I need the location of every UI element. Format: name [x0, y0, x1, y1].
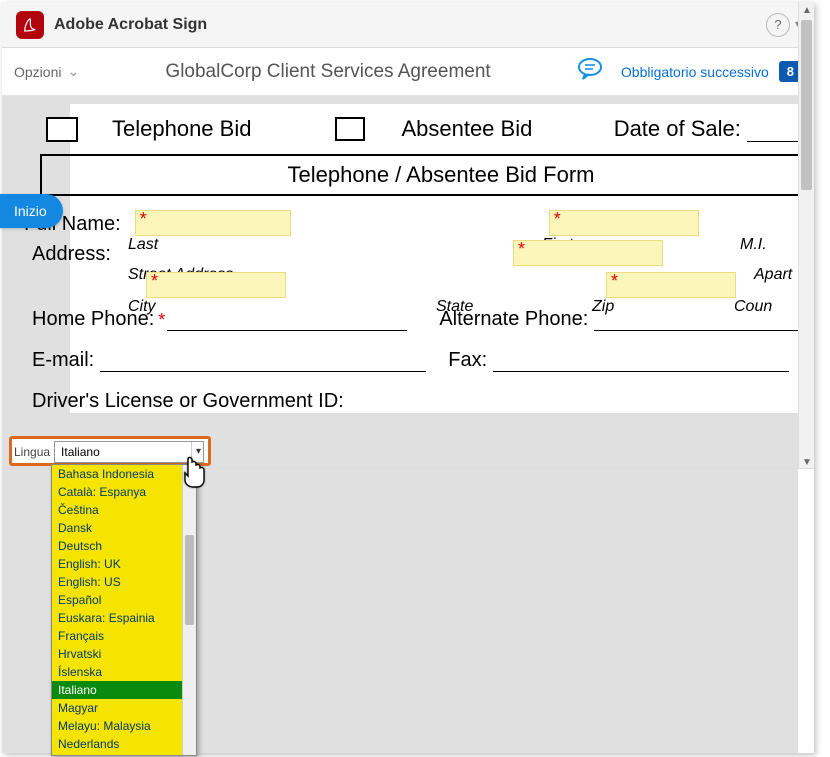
chevron-down-icon: ▾ — [191, 442, 201, 462]
dl-label: Driver's License or Government ID: — [32, 390, 350, 413]
language-option[interactable]: English: US — [52, 573, 196, 591]
next-required-link[interactable]: Obbligatorio successivo — [621, 64, 769, 80]
sub-toolbar: Opzioni ⌄ GlobalCorp Client Services Agr… — [2, 48, 814, 96]
options-label: Opzioni — [14, 64, 61, 80]
help-icon: ? — [766, 13, 790, 37]
chevron-down-icon: ⌄ — [67, 63, 79, 80]
scrollbar-thumb[interactable] — [801, 20, 812, 190]
home-phone-label: Home Phone: — [32, 308, 160, 331]
form-title-box: Telephone / Absentee Bid Form — [40, 154, 798, 196]
required-icon: * — [611, 271, 618, 292]
language-selected: Italiano — [61, 445, 100, 459]
alt-phone-input[interactable] — [594, 309, 798, 331]
form-title: Telephone / Absentee Bid Form — [42, 162, 798, 188]
app-topbar: Adobe Acrobat Sign ? ▾ — [2, 2, 814, 48]
scroll-up-icon[interactable]: ▲ — [799, 2, 815, 18]
dropdown-scrollbar-thumb[interactable] — [185, 535, 194, 625]
fax-label: Fax: — [448, 349, 493, 372]
vertical-scrollbar[interactable]: ▲ ▼ — [798, 2, 814, 469]
alt-phone-label: Alternate Phone: — [439, 308, 594, 331]
fax-input[interactable] — [493, 350, 789, 372]
app-title: Adobe Acrobat Sign — [54, 16, 207, 34]
start-tab-label: Inizio — [14, 203, 47, 219]
language-option[interactable]: Français — [52, 627, 196, 645]
language-select[interactable]: Italiano ▾ — [54, 441, 204, 463]
first-name-input[interactable]: * — [549, 210, 699, 236]
document-title: GlobalCorp Client Services Agreement — [79, 61, 577, 83]
document-page: Telephone Bid Absentee Bid Date of Sale:… — [70, 104, 798, 413]
language-option[interactable]: Magyar — [52, 699, 196, 717]
language-option[interactable]: Íslenska — [52, 663, 196, 681]
required-icon: * — [554, 209, 561, 230]
address-label: Address: — [32, 243, 117, 266]
email-input[interactable] — [100, 350, 426, 372]
telephone-bid-label: Telephone Bid — [112, 116, 251, 142]
required-icon: * — [140, 209, 147, 230]
last-name-input[interactable]: * — [135, 210, 291, 236]
language-option[interactable]: Melayu: Malaysia — [52, 717, 196, 735]
required-icon: * — [518, 239, 525, 260]
absentee-bid-checkbox[interactable] — [335, 117, 365, 141]
required-icon: * — [158, 310, 165, 331]
language-option[interactable]: Bahasa Indonesia — [52, 465, 196, 483]
language-option[interactable]: Català: Espanya — [52, 483, 196, 501]
language-option[interactable]: Deutsch — [52, 537, 196, 555]
language-option[interactable]: Nederlands — [52, 735, 196, 753]
language-option[interactable]: Norsk — [52, 753, 196, 756]
acrobat-logo-icon — [16, 11, 44, 39]
help-button[interactable]: ? ▾ — [766, 13, 800, 37]
app-frame: Adobe Acrobat Sign ? ▾ Opzioni ⌄ GlobalC… — [2, 2, 814, 753]
language-option[interactable]: Italiano — [52, 681, 196, 699]
language-option[interactable]: English: UK — [52, 555, 196, 573]
language-bar: Lingua Italiano ▾ — [12, 439, 208, 464]
language-option[interactable]: Euskara: Espainia — [52, 609, 196, 627]
telephone-bid-checkbox[interactable] — [46, 117, 78, 142]
date-of-sale-label: Date of Sale: — [614, 116, 798, 142]
absentee-bid-label: Absentee Bid — [401, 116, 532, 142]
language-option[interactable]: Español — [52, 591, 196, 609]
home-phone-input[interactable] — [167, 309, 407, 331]
city-input[interactable]: * — [146, 272, 286, 298]
zip-input[interactable]: * — [606, 272, 736, 298]
dropdown-scrollbar[interactable] — [182, 465, 196, 755]
email-label: E-mail: — [32, 349, 100, 372]
language-option[interactable]: Čeština — [52, 501, 196, 519]
language-option[interactable]: Dansk — [52, 519, 196, 537]
start-tab[interactable]: Inizio — [0, 194, 63, 228]
date-of-sale-input[interactable] — [747, 117, 798, 142]
street-input[interactable]: * — [513, 240, 663, 266]
required-icon: * — [151, 271, 158, 292]
language-dropdown[interactable]: Bahasa IndonesiaCatalà: EspanyaČeštinaDa… — [51, 464, 197, 756]
options-menu[interactable]: Opzioni ⌄ — [14, 63, 79, 80]
language-option[interactable]: Hrvatski — [52, 645, 196, 663]
language-label: Lingua — [12, 445, 54, 459]
chat-icon[interactable] — [577, 58, 603, 85]
